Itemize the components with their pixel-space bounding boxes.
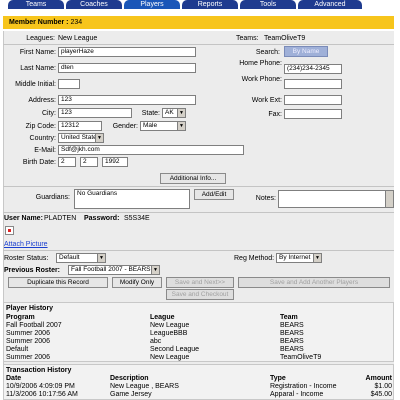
modify-only-button[interactable]: Modify Only (112, 277, 162, 288)
gender-label: Gender: (112, 123, 138, 130)
notes-textarea[interactable] (278, 190, 394, 208)
save-and-checkout-button[interactable]: Save and Checkout (166, 289, 234, 300)
username-value: PLADTEN (44, 215, 77, 222)
league-label: Leagues: (26, 35, 55, 42)
chevron-down-icon: ▼ (177, 109, 185, 117)
previous-roster-select[interactable]: Fall Football 2007 - BEARS ▼ (68, 265, 160, 275)
save-and-next-button[interactable]: Save and Next>> (166, 277, 234, 288)
guardians-label: Guardians: (35, 194, 70, 201)
birth-day-field[interactable]: 2 (80, 157, 98, 167)
birth-month-field[interactable]: 2 (58, 157, 76, 167)
home-phone-label: Home Phone: (239, 60, 282, 67)
chevron-down-icon: ▼ (95, 134, 103, 142)
player-history-title: Player History (6, 305, 54, 312)
program-cell: Summer 2006 (6, 354, 50, 361)
email-field[interactable]: Sdf@jkh.com (58, 145, 244, 155)
reg-method-label: Reg Method: (234, 255, 275, 262)
email-label: E-Mail: (34, 147, 56, 154)
city-field[interactable]: 123 (58, 108, 132, 118)
member-number-value: 234 (70, 19, 83, 26)
chevron-down-icon: ▼ (313, 254, 321, 262)
tab-coaches[interactable]: Coaches (66, 0, 122, 9)
state-label: State: (141, 110, 160, 117)
member-number-label: Member Number : (9, 19, 69, 26)
roster-status-label: Roster Status: (4, 255, 49, 262)
tab-reports[interactable]: Reports (182, 0, 238, 9)
picture-placeholder-icon (5, 226, 14, 235)
password-value: S5S34E (124, 215, 150, 222)
chevron-down-icon: ▼ (97, 254, 105, 262)
divider (3, 186, 394, 187)
attach-picture-link[interactable]: Attach Picture (4, 240, 48, 249)
chevron-down-icon: ▼ (151, 266, 159, 274)
teams-value: TeamOliveT9 (264, 35, 306, 42)
roster-status-value: Default (59, 254, 80, 261)
member-number-bar: Member Number : 234 (3, 16, 394, 29)
gender-select[interactable]: Male ▼ (140, 121, 186, 131)
league-cell: New League (150, 354, 190, 361)
date-cell: 11/3/2006 10:17:56 AM (6, 391, 78, 398)
tab-players[interactable]: Players (124, 0, 180, 9)
chevron-down-icon: ▼ (177, 122, 185, 130)
birth-date-label: Birth Date: (22, 159, 56, 166)
divider (3, 212, 394, 213)
additional-info-button[interactable]: Additional Info... (160, 173, 226, 184)
previous-roster-value: Fall Football 2007 - BEARS (71, 266, 151, 273)
search-label: Search: (255, 49, 280, 56)
work-ext-field[interactable] (284, 95, 342, 105)
duplicate-record-button[interactable]: Duplicate this Record (8, 277, 108, 288)
zip-label: Zip Code: (25, 123, 56, 130)
work-ext-label: Work Ext: (251, 97, 282, 104)
work-phone-label: Work Phone: (241, 76, 282, 83)
tab-bar: Teams Coaches Players Reports Tools Adva… (0, 0, 400, 9)
tab-advanced[interactable]: Advanced (298, 0, 362, 9)
birth-year-field[interactable]: 1992 (102, 157, 128, 167)
team-cell: TeamOliveT9 (280, 354, 322, 361)
home-phone-field[interactable]: (234)234-2345 (284, 64, 342, 74)
city-label: City: (42, 110, 56, 117)
scrollbar[interactable] (385, 191, 393, 207)
username-label: User Name: (4, 215, 43, 222)
teams-label: Teams: (236, 35, 259, 42)
guardians-list[interactable]: No Guardians (74, 189, 190, 209)
country-select[interactable]: United States ▼ (58, 133, 104, 143)
type-cell: Apparal - Income (270, 391, 324, 398)
roster-status-select[interactable]: Default ▼ (56, 253, 106, 263)
first-name-label: First Name: (19, 49, 56, 56)
country-label: Country: (29, 135, 56, 142)
tab-teams[interactable]: Teams (8, 0, 64, 9)
add-edit-guardians-button[interactable]: Add/Edit (194, 189, 234, 200)
save-and-add-another-button[interactable]: Save and Add Another Players (238, 277, 390, 288)
state-select[interactable]: AK ▼ (162, 108, 186, 118)
zip-field[interactable]: 12312 (58, 121, 102, 131)
search-by-name-button[interactable]: By Name (284, 46, 328, 57)
divider (3, 44, 394, 45)
state-value: AK (165, 109, 174, 116)
tab-tools[interactable]: Tools (240, 0, 296, 9)
address-label: Address: (28, 97, 56, 104)
fax-label: Fax: (268, 111, 282, 118)
description-cell: Game Jersey (110, 391, 152, 398)
reg-method-value: By Internet (279, 254, 311, 261)
first-name-field[interactable]: playerHaze (58, 47, 196, 57)
divider (3, 250, 394, 251)
gender-value: Male (143, 122, 158, 129)
middle-initial-label: Middle Initial: (15, 81, 56, 88)
fax-field[interactable] (284, 109, 342, 119)
league-value: New League (58, 35, 98, 42)
notes-label: Notes: (255, 195, 276, 202)
middle-initial-field[interactable] (58, 79, 80, 89)
work-phone-field[interactable] (284, 79, 342, 89)
password-label: Password: (84, 215, 120, 222)
reg-method-select[interactable]: By Internet ▼ (276, 253, 322, 263)
previous-roster-label: Previous Roster: (4, 267, 61, 274)
amount-cell: $45.00 (370, 391, 392, 398)
last-name-field[interactable]: dten (58, 63, 196, 73)
address-field[interactable]: 123 (58, 95, 196, 105)
last-name-label: Last Name: (20, 65, 56, 72)
broken-image-icon (8, 229, 11, 232)
